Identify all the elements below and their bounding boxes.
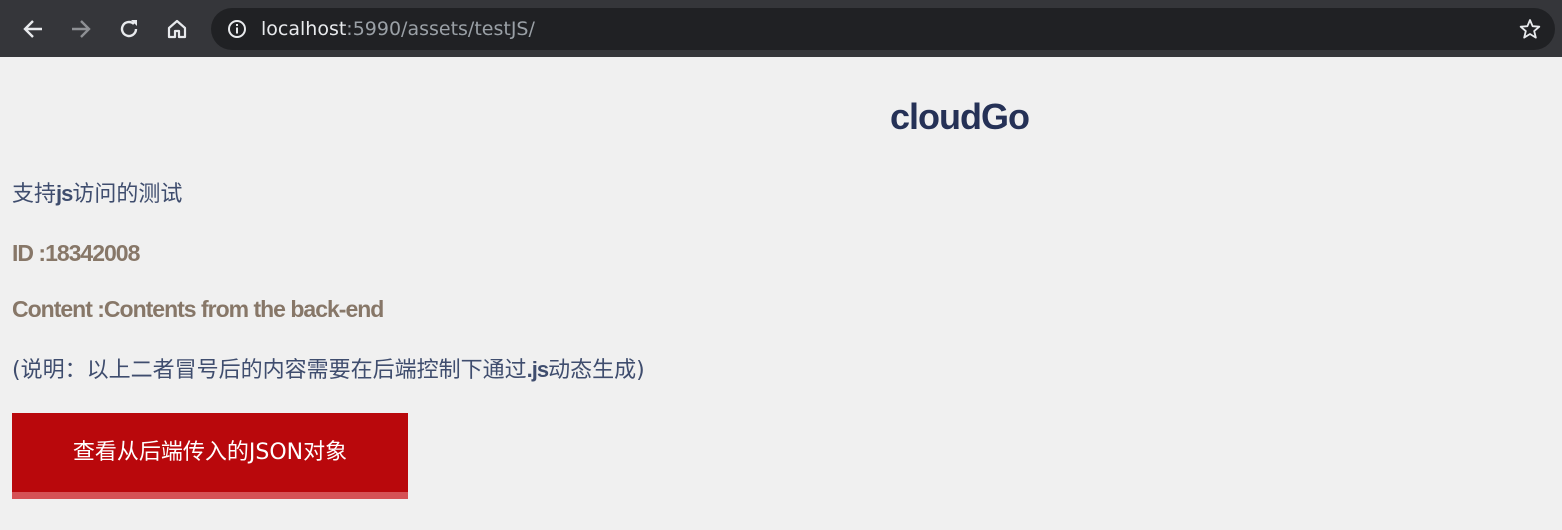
arrow-right-icon xyxy=(72,20,91,38)
content-field: Content :Contents from the back-end xyxy=(12,293,384,325)
home-icon xyxy=(167,19,187,39)
reload-icon xyxy=(120,20,138,38)
page-title: cloudGo xyxy=(890,96,1030,137)
url-text[interactable]: localhost:5990/assets/testJS/ xyxy=(261,17,535,41)
arrow-left-icon xyxy=(23,20,42,38)
info-icon[interactable] xyxy=(227,19,247,39)
forward-button[interactable] xyxy=(64,12,98,46)
note-js: .js xyxy=(526,357,549,382)
intro-text: 支持js访问的测试 xyxy=(12,178,182,211)
intro-prefix: 支持 xyxy=(12,182,57,207)
browser-toolbar: localhost:5990/assets/testJS/ xyxy=(0,0,1562,57)
intro-suffix: 访问的测试 xyxy=(72,182,183,207)
star-icon[interactable] xyxy=(1519,18,1541,40)
view-json-button[interactable]: 查看从后端传入的JSON对象 xyxy=(12,413,408,499)
note-suffix: 动态生成) xyxy=(548,358,645,383)
id-value: 18342008 xyxy=(45,240,140,266)
id-label: ID : xyxy=(12,240,46,266)
address-bar[interactable]: localhost:5990/assets/testJS/ xyxy=(211,8,1555,50)
content-value: Contents from the back-end xyxy=(103,296,384,322)
note-text: (说明：以上二者冒号后的内容需要在后端控制下通过.js动态生成) xyxy=(12,354,645,387)
reload-button[interactable] xyxy=(112,12,146,46)
back-button[interactable] xyxy=(16,12,50,46)
home-button[interactable] xyxy=(160,12,194,46)
note-prefix: (说明：以上二者冒号后的内容需要在后端控制下通过 xyxy=(12,358,527,383)
id-field: ID :18342008 xyxy=(12,237,140,269)
content-label: Content : xyxy=(12,296,105,322)
page-content: cloudGo 支持js访问的测试 ID :18342008 Content :… xyxy=(0,57,1562,530)
url-host: localhost xyxy=(261,18,347,40)
intro-js: js xyxy=(56,181,73,206)
url-path: :5990/assets/testJS/ xyxy=(346,18,535,40)
